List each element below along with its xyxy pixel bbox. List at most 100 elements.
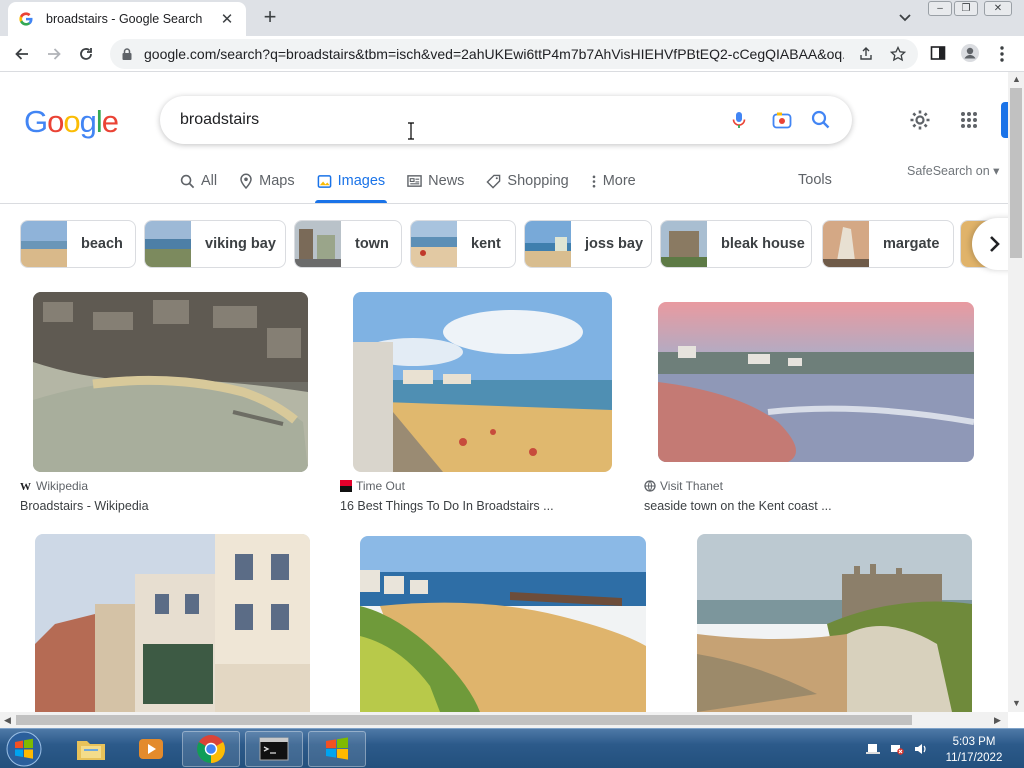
- minimize-button[interactable]: –: [928, 1, 952, 16]
- horizontal-scrollbar[interactable]: ◀ ▶: [0, 712, 1008, 728]
- aerial-town-photo: [33, 292, 308, 472]
- system-clock[interactable]: 5:03 PM 11/17/2022: [942, 734, 1006, 766]
- horizontal-scroll-thumb[interactable]: [16, 715, 912, 725]
- chip-bleak-house[interactable]: bleak house: [660, 220, 812, 268]
- windows-taskbar: 5:03 PM 11/17/2022: [0, 728, 1024, 768]
- safesearch-toggle[interactable]: SafeSearch on ▾: [907, 163, 999, 178]
- header-divider: [0, 203, 1008, 204]
- map-pin-icon: [240, 173, 252, 189]
- castle-cliff-photo: [697, 534, 972, 712]
- image-result-1[interactable]: W Wikipedia Broadstairs - Wikipedia: [20, 292, 320, 522]
- taskbar-media-player[interactable]: [122, 731, 180, 767]
- scroll-down-arrow-icon[interactable]: ▼: [1012, 698, 1021, 708]
- network-warning-icon[interactable]: [890, 743, 904, 755]
- windows-flag-icon: [326, 737, 348, 760]
- result-image[interactable]: [697, 534, 972, 712]
- result-title[interactable]: seaside town on the Kent coast ...: [644, 499, 832, 513]
- chrome-icon: [197, 735, 225, 763]
- microphone-icon[interactable]: [728, 109, 750, 131]
- tab-close-icon[interactable]: ✕: [218, 10, 236, 28]
- share-icon[interactable]: [858, 46, 874, 62]
- result-image[interactable]: [33, 292, 308, 472]
- url-text: google.com/search?q=broadstairs&tbm=isch…: [144, 46, 844, 62]
- result-source[interactable]: Time Out: [340, 479, 405, 493]
- timeout-icon: [340, 480, 352, 492]
- windows-logo-icon: [6, 731, 42, 767]
- settings-gear-icon[interactable]: [908, 108, 932, 132]
- taskbar-explorer[interactable]: [62, 731, 120, 767]
- tab-maps[interactable]: Maps: [239, 164, 295, 198]
- start-button[interactable]: [4, 730, 44, 768]
- tools-button[interactable]: Tools: [798, 172, 832, 188]
- restore-button[interactable]: ❐: [954, 1, 978, 16]
- image-result-3[interactable]: Visit Thanet seaside town on the Kent co…: [644, 292, 988, 522]
- tab-shopping[interactable]: Shopping: [486, 164, 569, 198]
- scroll-right-arrow-icon[interactable]: ▶: [994, 715, 1001, 726]
- scroll-up-arrow-icon[interactable]: ▲: [1012, 74, 1021, 84]
- chip-viking-bay[interactable]: viking bay: [144, 220, 286, 268]
- tab-more[interactable]: More: [591, 164, 636, 198]
- chip-margate[interactable]: margate: [822, 220, 954, 268]
- back-button[interactable]: [10, 42, 34, 66]
- taskbar-cmd[interactable]: [245, 731, 303, 767]
- tab-search-chevron-icon[interactable]: [896, 8, 914, 26]
- side-panel-icon[interactable]: [930, 45, 946, 61]
- result-image[interactable]: [35, 534, 310, 712]
- search-tabs: All Maps Images News Shopping More: [180, 164, 658, 204]
- tab-all[interactable]: All: [180, 164, 217, 198]
- wikipedia-icon: W: [20, 481, 31, 492]
- image-result-6[interactable]: [680, 534, 988, 712]
- image-result-2[interactable]: Time Out 16 Best Things To Do In Broadst…: [340, 292, 630, 522]
- result-title[interactable]: 16 Best Things To Do In Broadstairs ...: [340, 499, 554, 513]
- vertical-scrollbar[interactable]: ▲ ▼: [1008, 72, 1024, 712]
- close-window-button[interactable]: ✕: [984, 1, 1012, 16]
- chip-thumbnail: [823, 221, 869, 267]
- image-result-5[interactable]: [344, 534, 662, 712]
- image-icon: [317, 174, 331, 188]
- new-tab-button[interactable]: +: [258, 6, 282, 30]
- search-query-text: broadstairs: [180, 111, 260, 128]
- browser-toolbar: google.com/search?q=broadstairs&tbm=isch…: [0, 36, 1024, 72]
- browser-tab[interactable]: broadstairs - Google Search ✕: [8, 2, 246, 36]
- taskbar-chrome[interactable]: [182, 731, 240, 767]
- sunset-beach-photo: [658, 302, 974, 462]
- sandy-bay-photo: [360, 536, 646, 712]
- google-logo[interactable]: Google: [24, 104, 119, 140]
- tab-title: broadstairs - Google Search: [46, 12, 203, 26]
- chip-thumbnail: [661, 221, 707, 267]
- tab-news[interactable]: News: [407, 164, 464, 198]
- result-title[interactable]: Broadstairs - Wikipedia: [20, 499, 149, 513]
- search-icon[interactable]: [810, 109, 832, 131]
- image-result-4[interactable]: [20, 534, 324, 712]
- result-source[interactable]: W Wikipedia: [20, 479, 88, 493]
- folder-icon: [77, 741, 105, 760]
- result-image[interactable]: [353, 292, 612, 472]
- bookmark-star-icon[interactable]: [890, 46, 906, 62]
- clock-date: 11/17/2022: [945, 752, 1003, 764]
- action-center-flag-icon[interactable]: [866, 743, 880, 755]
- address-bar[interactable]: google.com/search?q=broadstairs&tbm=isch…: [110, 39, 918, 69]
- browser-menu-icon[interactable]: [994, 44, 1010, 64]
- chip-town[interactable]: town: [294, 220, 402, 268]
- chip-kent[interactable]: kent: [410, 220, 516, 268]
- seafront-buildings-photo: [35, 534, 310, 712]
- profile-avatar-icon[interactable]: [960, 43, 980, 63]
- back-arrow-icon: [15, 48, 28, 60]
- forward-button[interactable]: [42, 42, 66, 66]
- result-image[interactable]: [360, 536, 646, 712]
- chip-joss-bay[interactable]: joss bay: [524, 220, 652, 268]
- taskbar-windows-app[interactable]: [308, 731, 366, 767]
- media-player-icon: [139, 739, 163, 759]
- search-input[interactable]: broadstairs: [160, 96, 852, 144]
- tab-images[interactable]: Images: [314, 164, 387, 203]
- chip-beach[interactable]: beach: [20, 220, 136, 268]
- reload-button[interactable]: [74, 42, 98, 66]
- scroll-left-arrow-icon[interactable]: ◀: [4, 715, 11, 726]
- camera-lens-icon[interactable]: [771, 109, 793, 131]
- volume-speaker-icon[interactable]: [914, 743, 928, 755]
- result-source[interactable]: Visit Thanet: [644, 479, 723, 493]
- google-apps-grid-icon[interactable]: [960, 111, 978, 129]
- result-image[interactable]: [658, 302, 974, 462]
- vertical-scroll-thumb[interactable]: [1010, 88, 1022, 258]
- command-prompt-icon: [259, 737, 289, 761]
